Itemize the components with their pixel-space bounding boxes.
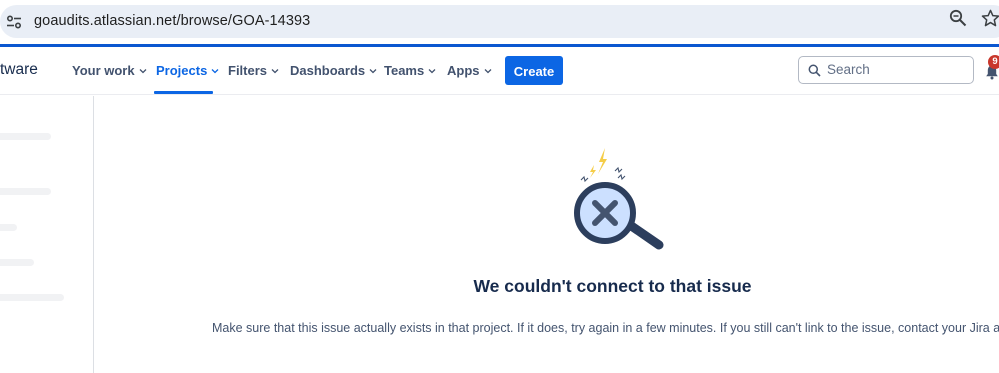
skeleton-line bbox=[0, 259, 34, 266]
notifications-button[interactable]: 9 bbox=[985, 55, 999, 85]
nav-teams[interactable]: Teams bbox=[384, 63, 436, 78]
zoom-icon[interactable] bbox=[949, 9, 967, 27]
site-info-icon[interactable] bbox=[6, 14, 22, 30]
chevron-down-icon bbox=[139, 68, 147, 73]
nav-label: Dashboards bbox=[290, 63, 366, 78]
product-name[interactable]: tware bbox=[0, 61, 38, 79]
nav-label: Projects bbox=[156, 63, 208, 78]
nav-label: Filters bbox=[228, 63, 268, 78]
nav-your-work[interactable]: Your work bbox=[72, 63, 147, 78]
chevron-down-icon bbox=[484, 68, 491, 73]
chevron-down-icon bbox=[271, 68, 279, 73]
search-icon bbox=[808, 64, 821, 77]
nav-projects[interactable]: Projects bbox=[156, 63, 219, 78]
top-navigation: tware Your work Projects Filters Dashboa… bbox=[0, 47, 999, 95]
browser-toolbar: goaudits.atlassian.net/browse/GOA-14393 bbox=[0, 0, 999, 44]
skeleton-line bbox=[0, 294, 64, 301]
sidebar-skeleton bbox=[0, 96, 94, 373]
address-bar[interactable]: goaudits.atlassian.net/browse/GOA-14393 bbox=[0, 5, 999, 38]
nav-label: Apps bbox=[447, 63, 480, 78]
chevron-down-icon bbox=[211, 68, 219, 73]
create-button[interactable]: Create bbox=[505, 56, 563, 85]
nav-label: Teams bbox=[384, 63, 425, 78]
skeleton-line bbox=[0, 224, 17, 231]
magnifier-error-icon bbox=[574, 148, 664, 250]
url-text[interactable]: goaudits.atlassian.net/browse/GOA-14393 bbox=[34, 13, 310, 29]
bookmark-star-icon[interactable] bbox=[981, 9, 999, 27]
nav-apps[interactable]: Apps bbox=[447, 63, 492, 78]
nav-label: Your work bbox=[72, 63, 135, 78]
skeleton-line bbox=[0, 133, 51, 140]
chevron-down-icon bbox=[369, 68, 377, 73]
search-input[interactable]: Search bbox=[798, 56, 974, 84]
active-tab-indicator bbox=[154, 91, 213, 94]
search-placeholder: Search bbox=[827, 62, 870, 77]
chevron-down-icon bbox=[428, 68, 436, 73]
error-title: We couldn't connect to that issue bbox=[473, 276, 752, 296]
error-description: Make sure that this issue actually exist… bbox=[212, 321, 999, 335]
nav-filters[interactable]: Filters bbox=[228, 63, 279, 78]
nav-dashboards[interactable]: Dashboards bbox=[290, 63, 377, 78]
error-panel: We couldn't connect to that issue Make s… bbox=[95, 96, 999, 373]
skeleton-line bbox=[0, 188, 51, 195]
notification-count-badge: 9 bbox=[988, 55, 999, 69]
